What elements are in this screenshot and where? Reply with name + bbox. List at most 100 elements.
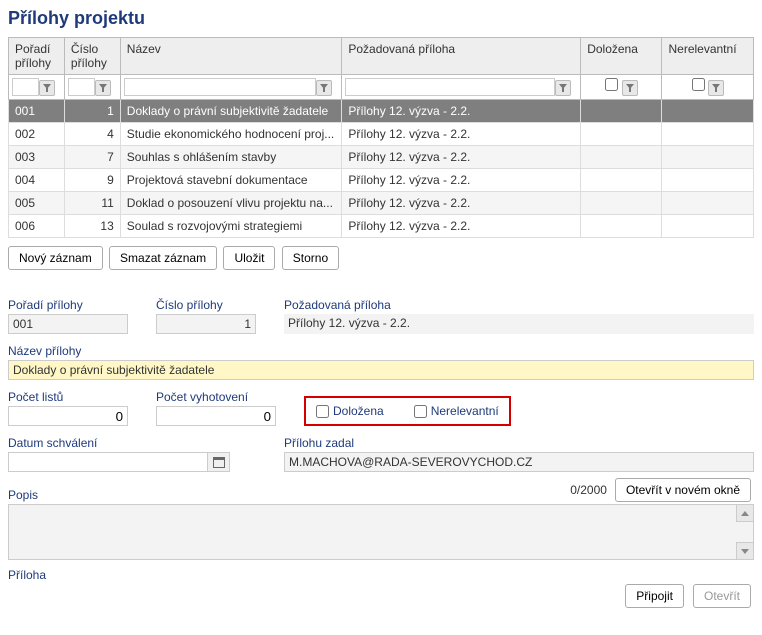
table-row[interactable]: 00613Soulad s rozvojovými strategiemiPří… bbox=[9, 215, 754, 238]
cell-nazev: Projektová stavební dokumentace bbox=[120, 169, 342, 192]
col-nerelevantni[interactable]: Nerelevantní bbox=[662, 38, 754, 75]
cell-nerel bbox=[662, 100, 754, 123]
cell-nerel bbox=[662, 169, 754, 192]
cell-dolozena bbox=[581, 215, 662, 238]
poradi-label: Pořadí přílohy bbox=[8, 298, 128, 312]
col-nazev[interactable]: Název bbox=[120, 38, 342, 75]
datum-label: Datum schválení bbox=[8, 436, 256, 450]
cell-pozad: Přílohy 12. výzva - 2.2. bbox=[342, 169, 581, 192]
cell-nazev: Souhlas s ohlášením stavby bbox=[120, 146, 342, 169]
zadal-value: M.MACHOVA@RADA-SEVEROVYCHOD.CZ bbox=[284, 452, 754, 472]
datum-input[interactable] bbox=[8, 452, 208, 472]
filter-icon[interactable] bbox=[95, 80, 111, 96]
col-poradi[interactable]: Pořadí přílohy bbox=[9, 38, 65, 75]
table-row[interactable]: 00511Doklad o posouzení vlivu projektu n… bbox=[9, 192, 754, 215]
cell-dolozena bbox=[581, 100, 662, 123]
cell-cislo: 11 bbox=[64, 192, 120, 215]
filter-poradi[interactable] bbox=[12, 78, 39, 96]
calendar-icon bbox=[213, 457, 225, 468]
filter-icon[interactable] bbox=[708, 80, 724, 96]
cell-dolozena bbox=[581, 123, 662, 146]
col-cislo[interactable]: Číslo přílohy bbox=[64, 38, 120, 75]
page-title: Přílohy projektu bbox=[8, 8, 754, 29]
table-row[interactable]: 0037Souhlas s ohlášením stavbyPřílohy 12… bbox=[9, 146, 754, 169]
dolozena-checkbox[interactable] bbox=[316, 405, 329, 418]
filter-icon[interactable] bbox=[622, 80, 638, 96]
cell-poradi: 001 bbox=[9, 100, 65, 123]
cell-pozad: Přílohy 12. výzva - 2.2. bbox=[342, 123, 581, 146]
cell-pozad: Přílohy 12. výzva - 2.2. bbox=[342, 192, 581, 215]
cell-pozad: Přílohy 12. výzva - 2.2. bbox=[342, 215, 581, 238]
pocet-listu-label: Počet listů bbox=[8, 390, 128, 404]
chevron-down-icon bbox=[741, 549, 749, 554]
cislo-value: 1 bbox=[156, 314, 256, 334]
pocet-listu-input[interactable] bbox=[8, 406, 128, 426]
priloha-label: Příloha bbox=[8, 568, 46, 582]
cell-poradi: 003 bbox=[9, 146, 65, 169]
cell-pozad: Přílohy 12. výzva - 2.2. bbox=[342, 146, 581, 169]
cell-dolozena bbox=[581, 169, 662, 192]
open-new-window-button[interactable]: Otevřít v novém okně bbox=[615, 478, 751, 502]
scroll-down-button[interactable] bbox=[736, 542, 753, 559]
table-row[interactable]: 0011Doklady o právní subjektivitě žadate… bbox=[9, 100, 754, 123]
filter-cislo[interactable] bbox=[68, 78, 95, 96]
nazev-value[interactable]: Doklady o právní subjektivitě žadatele bbox=[8, 360, 754, 380]
cell-nazev: Doklad o posouzení vlivu projektu na... bbox=[120, 192, 342, 215]
nazev-label: Název přílohy bbox=[8, 344, 754, 358]
toolbar: Nový záznam Smazat záznam Uložit Storno bbox=[8, 246, 754, 270]
nerelevantni-checkbox[interactable] bbox=[414, 405, 427, 418]
cell-poradi: 006 bbox=[9, 215, 65, 238]
cell-nerel bbox=[662, 192, 754, 215]
attach-button[interactable]: Připojit bbox=[625, 584, 684, 608]
cell-dolozena bbox=[581, 146, 662, 169]
popis-textarea[interactable] bbox=[8, 504, 754, 560]
pozad-value: Přílohy 12. výzva - 2.2. bbox=[284, 314, 754, 334]
filter-icon[interactable] bbox=[316, 80, 332, 96]
cell-cislo: 13 bbox=[64, 215, 120, 238]
cell-nerel bbox=[662, 123, 754, 146]
pozad-label: Požadovaná příloha bbox=[284, 298, 754, 312]
cell-cislo: 1 bbox=[64, 100, 120, 123]
cell-nerel bbox=[662, 146, 754, 169]
poradi-value: 001 bbox=[8, 314, 128, 334]
cell-nerel bbox=[662, 215, 754, 238]
filter-dolozena-checkbox[interactable] bbox=[605, 78, 618, 91]
col-dolozena[interactable]: Doložena bbox=[581, 38, 662, 75]
table-row[interactable]: 0024Studie ekonomického hodnocení proj..… bbox=[9, 123, 754, 146]
delete-button[interactable]: Smazat záznam bbox=[109, 246, 217, 270]
dolozena-checkbox-label[interactable]: Doložena bbox=[316, 404, 384, 418]
pocet-vyhot-label: Počet vyhotovení bbox=[156, 390, 276, 404]
cell-pozad: Přílohy 12. výzva - 2.2. bbox=[342, 100, 581, 123]
cell-poradi: 002 bbox=[9, 123, 65, 146]
chevron-up-icon bbox=[741, 511, 749, 516]
cell-cislo: 9 bbox=[64, 169, 120, 192]
cell-nazev: Soulad s rozvojovými strategiemi bbox=[120, 215, 342, 238]
calendar-button[interactable] bbox=[208, 452, 230, 472]
filter-pozad[interactable] bbox=[345, 78, 555, 96]
cell-nazev: Studie ekonomického hodnocení proj... bbox=[120, 123, 342, 146]
cancel-button[interactable]: Storno bbox=[282, 246, 339, 270]
cell-dolozena bbox=[581, 192, 662, 215]
table-row[interactable]: 0049Projektová stavební dokumentacePřílo… bbox=[9, 169, 754, 192]
popis-counter: 0/2000 bbox=[570, 483, 607, 497]
open-button[interactable]: Otevřít bbox=[693, 584, 751, 608]
filter-icon[interactable] bbox=[39, 80, 55, 96]
cell-poradi: 005 bbox=[9, 192, 65, 215]
save-button[interactable]: Uložit bbox=[223, 246, 275, 270]
filter-nazev[interactable] bbox=[124, 78, 317, 96]
highlighted-checkbox-group: Doložena Nerelevantní bbox=[304, 396, 511, 426]
pocet-vyhot-input[interactable] bbox=[156, 406, 276, 426]
filter-nerel-checkbox[interactable] bbox=[692, 78, 705, 91]
scroll-up-button[interactable] bbox=[736, 505, 753, 522]
cell-cislo: 7 bbox=[64, 146, 120, 169]
filter-icon[interactable] bbox=[555, 80, 571, 96]
new-button[interactable]: Nový záznam bbox=[8, 246, 103, 270]
popis-label: Popis bbox=[8, 488, 38, 502]
zadal-label: Přílohu zadal bbox=[284, 436, 754, 450]
cell-cislo: 4 bbox=[64, 123, 120, 146]
cell-nazev: Doklady o právní subjektivitě žadatele bbox=[120, 100, 342, 123]
col-pozadovana[interactable]: Požadovaná příloha bbox=[342, 38, 581, 75]
cell-poradi: 004 bbox=[9, 169, 65, 192]
cislo-label: Číslo přílohy bbox=[156, 298, 256, 312]
nerelevantni-checkbox-label[interactable]: Nerelevantní bbox=[414, 404, 499, 418]
